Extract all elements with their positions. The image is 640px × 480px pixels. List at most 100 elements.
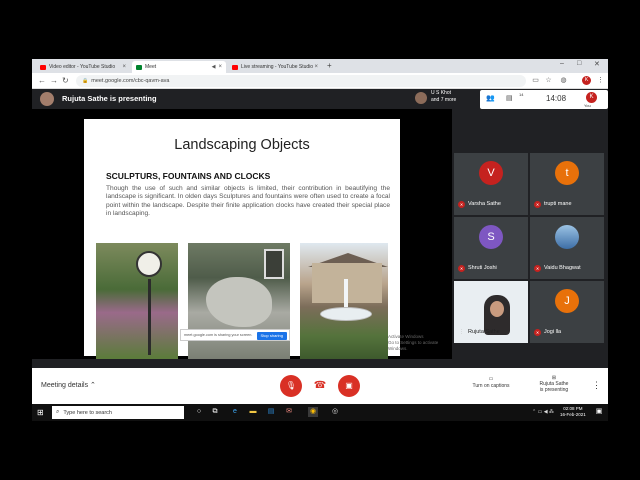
captions-button[interactable]: ▭ Turn on captions [466,376,516,390]
camera-indicator-icon[interactable]: ▭ [531,76,540,85]
menu-dots-icon[interactable]: ⋮ [596,76,605,85]
url-field[interactable]: 🔒 meet.google.com/cbc-qavm-ava [76,75,526,87]
url-text: meet.google.com/cbc-qavm-ava [91,78,170,84]
fountain-photo [300,243,388,359]
windows-start-icon[interactable]: ⊞ [37,408,44,417]
slide-body: Though the use of such and similar objec… [106,185,390,218]
minimize-icon[interactable]: – [560,60,564,67]
presenting-label: Rujuta Sathe is presenting [62,94,157,103]
mic-off-icon: ✕ [458,265,465,272]
participant-avatar: V [479,161,503,185]
close-icon[interactable]: × [218,64,222,70]
participant-tile[interactable]: V ✕ Varsha Sathe [454,153,528,215]
mic-toggle-button[interactable]: 🎙 [280,375,302,397]
cortana-icon[interactable]: ○ [194,407,204,417]
more-options-icon[interactable]: ⋮ [592,380,601,391]
present-now-button[interactable]: ⊞ Rujuta Sathe is presenting [528,375,580,393]
task-view-icon[interactable]: ⧉ [210,407,220,417]
notifications-icon[interactable]: ▣ [594,407,604,417]
host-avatar [415,92,427,104]
mic-off-icon: ✕ [534,201,541,208]
forward-icon[interactable]: → [50,76,58,86]
watermark-line: Go to Settings to activate Windows. [388,340,439,351]
close-icon[interactable]: × [314,64,318,70]
meet-icon [136,64,142,70]
participant-name: Vaidu Bhagwat [544,265,581,271]
stop-sharing-button[interactable]: Stop sharing [256,332,287,340]
mail-icon[interactable]: ✉ [284,407,294,417]
participant-tile[interactable]: J ✕ Jogi lla [530,281,604,343]
slide-subtitle: SCULPTURS, FOUNTAINS AND CLOCKS [106,171,271,181]
people-icon[interactable]: 👥 [486,94,495,102]
tab-label: Video editor - YouTube Studio [49,64,116,70]
participant-tile[interactable]: S ✕ Shruti Joshi [454,217,528,279]
bookmark-star-icon[interactable]: ☆ [544,76,553,85]
system-tray[interactable]: ⌃ ▭ ◀ ⁂ [532,409,554,415]
participant-name: Jogi lla [544,329,562,335]
mic-off-icon: ✕ [458,201,465,208]
tab-label: Meet [145,64,157,70]
extension-icon[interactable]: ◍ [559,76,568,85]
mic-off-icon: ✕ [534,329,541,336]
edge-icon[interactable]: e [230,407,240,417]
participant-tile[interactable]: t ✕ trupti mane [530,153,604,215]
speaker-icon: ◀ [211,64,216,70]
self-avatar: K [586,92,597,103]
end-call-button[interactable]: ☎ [309,375,331,397]
meet-top-bar: Rujuta Sathe is presenting U S Khot and … [32,89,608,109]
chrome-icon[interactable]: ◉ [308,407,318,417]
tab-meet[interactable]: Meet ◀ × [132,61,226,73]
participant-name: Shruti Joshi [468,265,497,271]
youtube-icon [232,64,238,70]
meeting-details-button[interactable]: Meeting details ⌃ [41,381,96,389]
taskbar-search-box[interactable]: ⌕ Type here to search [52,406,184,419]
close-window-icon[interactable]: ✕ [594,60,600,68]
participant-video-tile[interactable]: ⋮ Rujuta Sathe [454,281,528,343]
chat-icon[interactable]: ▤ [506,94,513,102]
person-face [490,301,504,317]
profile-avatar[interactable]: K [582,76,591,85]
participant-avatar: S [479,225,503,249]
maximize-icon[interactable]: □ [577,60,581,67]
back-icon[interactable]: ← [38,76,46,86]
participant-name: trupti mane [544,201,572,207]
presentation-stage: Landscaping Objects SCULPTURS, FOUNTAINS… [32,109,452,359]
obs-icon[interactable]: ◎ [330,407,340,417]
youtube-icon [40,64,46,70]
close-icon[interactable]: × [122,64,126,70]
address-bar: ← → ↻ 🔒 meet.google.com/cbc-qavm-ava ▭ ☆… [32,73,608,89]
browser-tabbar: Video editor - YouTube Studio × Meet ◀ ×… [32,59,608,73]
participant-name: Varsha Sathe [468,201,501,207]
reload-icon[interactable]: ↻ [62,76,69,86]
window-shape [264,249,284,279]
store-icon[interactable]: ▤ [266,407,276,417]
tab-live-streaming[interactable]: Live streaming - YouTube Studio × [228,61,322,73]
host-info: U S Khot and 7 more [431,90,456,104]
tab-label: Live streaming - YouTube Studio [241,64,314,70]
new-tab-button[interactable]: + [327,61,332,71]
self-label: You [584,103,591,108]
participant-avatar: t [555,161,579,185]
camera-toggle-button[interactable]: ▣ [338,375,360,397]
mic-on-icon: ⋮ [459,329,464,335]
camera-off-icon: ▣ [345,381,353,390]
end-call-icon: ☎ [313,380,327,391]
more-participants: and 7 more [431,97,457,103]
tab-video-editor[interactable]: Video editor - YouTube Studio × [36,61,130,73]
host-name: U S Khot [431,90,452,96]
screen-share-bar: meet.google.com is sharing your screen. … [180,329,290,341]
meeting-details-label: Meeting details [41,382,89,389]
clock-photo [96,243,178,359]
windows-taskbar: ⊞ ⌕ Type here to search ○ ⧉ e ▬ ▤ ✉ ◉ ◎ … [32,404,608,421]
share-notice: meet.google.com is sharing your screen. [184,333,253,337]
participant-tile[interactable]: ✕ Vaidu Bhagwat [530,217,604,279]
clock-pole [148,279,151,355]
chevron-up-icon: ⌃ [90,382,96,389]
participant-name: Rujuta Sathe [468,329,500,335]
file-explorer-icon[interactable]: ▬ [248,407,258,417]
slide-title: Landscaping Objects [174,137,310,153]
search-icon: ⌕ [56,409,60,415]
mic-off-icon: 🎙 [285,381,297,390]
presenting-status: is presenting [539,387,569,393]
taskbar-clock[interactable]: 02:08 PM 16-Feb-2021 [560,406,586,418]
